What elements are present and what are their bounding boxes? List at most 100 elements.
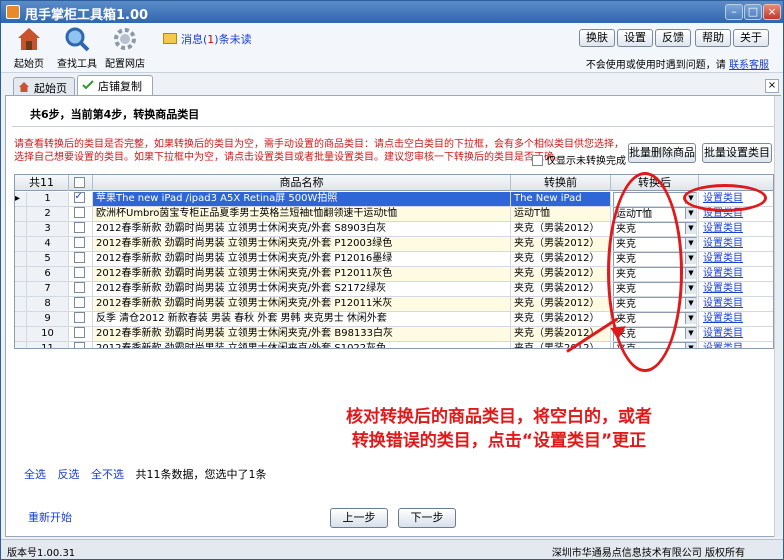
- prev-step-button[interactable]: 上一步: [330, 508, 388, 528]
- set-category-link[interactable]: 设置类目: [699, 342, 773, 348]
- row-number: 9: [27, 312, 69, 327]
- panel-scrollbar[interactable]: [774, 96, 782, 537]
- product-name-cell: 2012春季新款 劲霸时尚男装 立领男士休闲夹克/外套 S1022灰色: [93, 342, 511, 348]
- row-checkbox[interactable]: [73, 252, 85, 263]
- row-checkbox-cell[interactable]: [69, 282, 93, 297]
- chevron-down-icon: ▼: [685, 223, 696, 234]
- home-icon: [18, 28, 40, 50]
- row-checkbox[interactable]: [73, 282, 85, 293]
- message-suffix: )条未读: [214, 33, 252, 46]
- row-number: 1: [27, 192, 69, 207]
- set-category-link[interactable]: 设置类目: [699, 327, 773, 342]
- product-name-cell: 苹果The new iPad /ipad3 A5X Retina屏 500W拍照: [93, 192, 511, 207]
- category-before-cell: 夹克（男装2012）: [511, 222, 611, 237]
- row-checkbox-cell[interactable]: [69, 192, 93, 207]
- gear-icon: [114, 28, 136, 50]
- row-indicator: [15, 237, 27, 252]
- maximize-button[interactable]: □: [744, 4, 762, 20]
- product-name-cell: 2012春季新款 劲霸时尚男装 立领男士休闲夹克/外套 P12011米灰: [93, 297, 511, 312]
- batch-delete-button[interactable]: 批量删除商品: [628, 143, 696, 163]
- row-checkbox[interactable]: [73, 342, 85, 348]
- header-before: 转换前: [511, 175, 611, 191]
- set-category-link[interactable]: 设置类目: [699, 267, 773, 282]
- row-number: 2: [27, 207, 69, 222]
- find-tool-button[interactable]: 查找工具: [51, 25, 103, 70]
- config-shop-button[interactable]: 配置网店: [99, 25, 151, 70]
- row-indicator: [15, 252, 27, 267]
- tab-shop-copy-label: 店铺复制: [98, 80, 142, 93]
- row-checkbox-cell[interactable]: [69, 207, 93, 222]
- batch-set-category-button[interactable]: 批量设置类目: [702, 143, 772, 163]
- checkmark-icon: [82, 80, 94, 90]
- annotation-text: 核对转换后的商品类目，将空白的，或者 转换错误的类目，点击“设置类目”更正: [309, 405, 689, 453]
- select-all-link[interactable]: 全选: [24, 468, 46, 481]
- contact-support-link[interactable]: 联系客服: [729, 60, 769, 71]
- row-checkbox[interactable]: [73, 312, 85, 323]
- about-button[interactable]: 关于: [733, 29, 769, 47]
- chevron-down-icon: ▼: [685, 298, 696, 309]
- row-checkbox[interactable]: [73, 267, 85, 278]
- row-indicator: [15, 327, 27, 342]
- close-button[interactable]: ×: [763, 4, 781, 20]
- set-category-link[interactable]: 设置类目: [699, 282, 773, 297]
- row-checkbox[interactable]: [73, 192, 85, 204]
- row-checkbox[interactable]: [73, 222, 85, 233]
- only-unfinished-checkbox[interactable]: [532, 155, 543, 166]
- set-category-link[interactable]: 设置类目: [699, 297, 773, 312]
- next-step-button[interactable]: 下一步: [398, 508, 456, 528]
- set-category-link[interactable]: 设置类目: [699, 237, 773, 252]
- only-unfinished-option[interactable]: 仅显示未转换完成: [532, 152, 626, 167]
- row-checkbox-cell[interactable]: [69, 342, 93, 348]
- skin-button[interactable]: 换肤: [579, 29, 615, 47]
- tab-shop-copy[interactable]: 店铺复制: [77, 75, 153, 95]
- restart-link[interactable]: 重新开始: [28, 509, 72, 525]
- category-before-cell: 运动T恤: [511, 207, 611, 222]
- row-checkbox[interactable]: [73, 297, 85, 308]
- tab-start-page[interactable]: 起始页: [13, 77, 75, 95]
- home-tool-button[interactable]: 起始页: [3, 25, 55, 70]
- message-indicator[interactable]: 消息(1)条未读: [163, 31, 252, 47]
- settings-button[interactable]: 设置: [617, 29, 653, 47]
- tab-start-page-label: 起始页: [34, 82, 67, 95]
- feedback-button[interactable]: 反馈: [655, 29, 691, 47]
- close-tab-button[interactable]: ×: [765, 79, 779, 93]
- row-checkbox-cell[interactable]: [69, 237, 93, 252]
- row-indicator: [15, 282, 27, 297]
- minimize-button[interactable]: –: [725, 4, 743, 20]
- annotation-line-1: 核对转换后的商品类目，将空白的，或者: [346, 407, 652, 427]
- row-checkbox[interactable]: [73, 207, 85, 218]
- tab-bar: 起始页 店铺复制 ×: [5, 75, 781, 95]
- chevron-down-icon: ▼: [685, 343, 696, 348]
- row-checkbox-cell[interactable]: [69, 312, 93, 327]
- select-none-link[interactable]: 全不选: [91, 468, 124, 481]
- selection-links: 全选 反选 全不选 共11条数据，您选中了1条: [24, 466, 267, 482]
- help-button[interactable]: 帮助: [695, 29, 731, 47]
- row-checkbox[interactable]: [73, 237, 85, 248]
- select-all-checkbox[interactable]: [73, 177, 85, 188]
- category-before-cell: The New iPad: [511, 192, 611, 207]
- row-checkbox-cell[interactable]: [69, 222, 93, 237]
- invert-selection-link[interactable]: 反选: [58, 468, 80, 481]
- set-category-link[interactable]: 设置类目: [699, 222, 773, 237]
- row-checkbox-cell[interactable]: [69, 252, 93, 267]
- product-name-cell: 2012春季新款 劲霸时尚男装 立领男士休闲夹克/外套 B98133白灰: [93, 327, 511, 342]
- row-number: 5: [27, 252, 69, 267]
- header-select-all[interactable]: [69, 175, 93, 191]
- row-checkbox-cell[interactable]: [69, 267, 93, 282]
- chevron-down-icon: ▼: [685, 313, 696, 324]
- chevron-down-icon: ▼: [685, 268, 696, 279]
- help-text-label: 不会使用或使用时遇到问题，请: [585, 60, 726, 71]
- set-category-link[interactable]: 设置类目: [699, 252, 773, 267]
- category-before-cell: 夹克（男装2012）: [511, 297, 611, 312]
- row-checkbox-cell[interactable]: [69, 327, 93, 342]
- home-tool-label: 起始页: [14, 59, 44, 70]
- row-checkbox-cell[interactable]: [69, 297, 93, 312]
- chevron-down-icon: ▼: [685, 238, 696, 249]
- row-checkbox[interactable]: [73, 327, 85, 338]
- highlight-oval-set-category: [683, 184, 767, 212]
- row-indicator: ▸: [15, 192, 27, 207]
- header-count: 共11: [15, 175, 69, 191]
- set-category-link[interactable]: 设置类目: [699, 312, 773, 327]
- product-name-cell: 2012春季新款 劲霸时尚男装 立领男士休闲夹克/外套 P12003绿色: [93, 237, 511, 252]
- app-window: 甩手掌柜工具箱1.00 – □ × 起始页 查找工具 配置网店 消息(1)条未读…: [0, 0, 784, 560]
